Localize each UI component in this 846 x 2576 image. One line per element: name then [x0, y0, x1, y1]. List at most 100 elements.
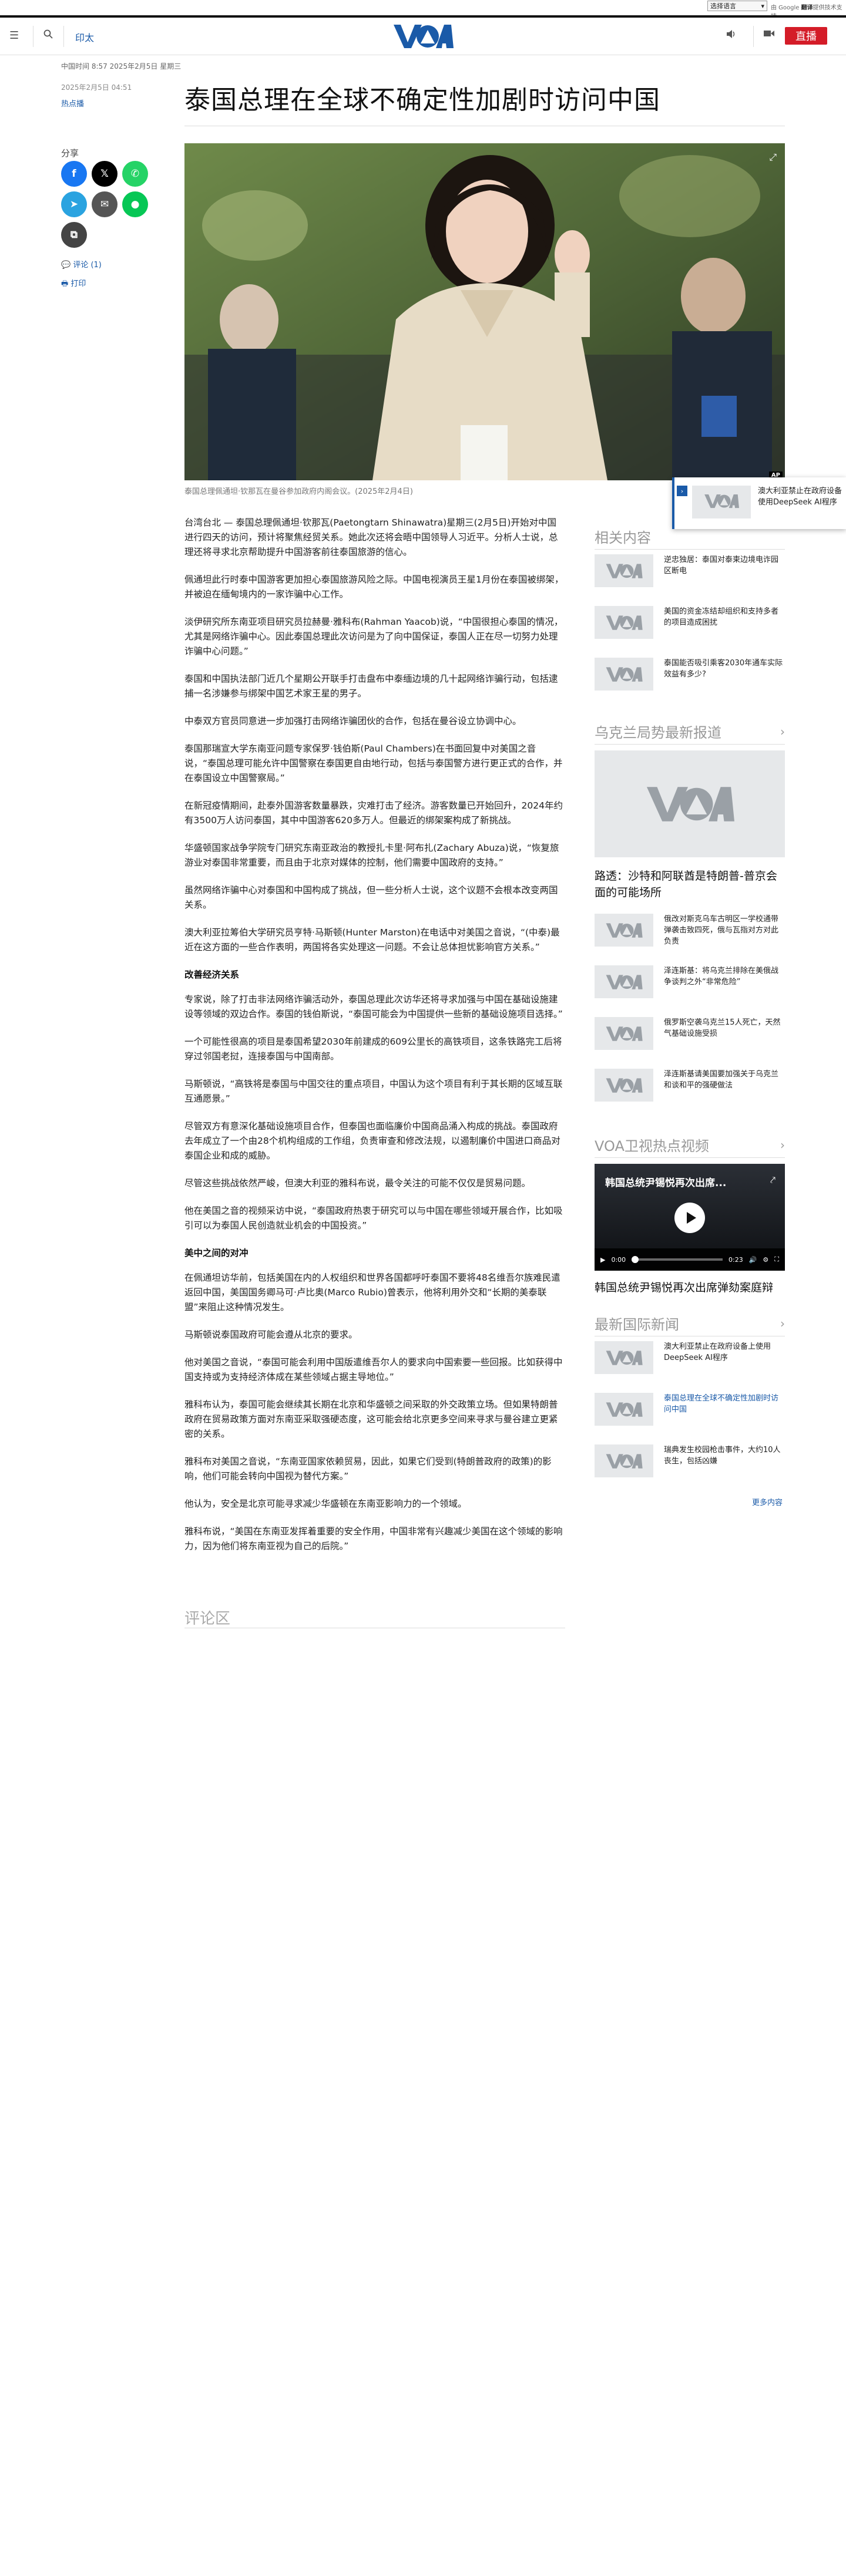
article-paragraph: 淡伊研究所东南亚项目研究员拉赫曼·雅科布(Rahman Yaacob)说，“中国…	[184, 617, 563, 656]
ukraine-item[interactable]: 俄罗斯空袭乌克兰15人死亡，天然气基础设施受损	[595, 1017, 785, 1050]
tv-title[interactable]: VOA卫视热点视频	[595, 1134, 709, 1155]
article-paragraph: 他认为，安全是北京可能寻求减少华盛顿在东南亚影响力的一个领域。	[184, 1499, 467, 1509]
article-paragraph: 马斯顿说泰国政府可能会遵从北京的要求。	[184, 1329, 358, 1340]
thumbnail[interactable]	[595, 1069, 653, 1102]
related-section-header: 相关内容	[595, 526, 785, 550]
related-item[interactable]: 美国的资金冻结却组织和支持多者的项目造成困扰	[595, 606, 785, 639]
voa-logo-icon	[606, 564, 643, 578]
share-icon[interactable]: ⤤	[770, 1174, 776, 1186]
video-title: 韩国总统尹锡悦再次出席...	[605, 1177, 727, 1189]
category-link[interactable]: 热点播	[61, 97, 84, 109]
share-label: 分享	[61, 148, 79, 159]
related-item[interactable]: 逆忠独居：泰国对泰柬边境电诈园区断电	[595, 554, 785, 587]
thumbnail[interactable]	[595, 554, 653, 587]
article-paragraph: 泰国那瑞宣大学东南亚问题专家保罗·钱伯斯(Paul Chambers)在书面回复…	[184, 743, 563, 783]
line-share-button[interactable]: ●	[122, 191, 148, 217]
thumbnail[interactable]	[595, 914, 653, 947]
thumbnail[interactable]	[595, 1341, 653, 1374]
print-link-label: 打印	[70, 280, 86, 288]
hero-photo[interactable]: ⤢ AP	[184, 143, 785, 480]
play-button[interactable]	[674, 1203, 705, 1233]
tv-section-header[interactable]: VOA卫视热点视频 ›	[595, 1134, 785, 1158]
list-item-headline[interactable]: 俄罗斯空袭乌克兰15人死亡，天然气基础设施受损	[664, 1017, 785, 1039]
intl-news-item[interactable]: 澳大利亚禁止在政府设备上使用DeepSeek AI程序	[595, 1341, 785, 1374]
voa-logo-icon	[606, 1402, 643, 1417]
language-select[interactable]: 选择语言 ▾	[707, 1, 767, 11]
intl-news-item[interactable]: 泰国总理在全球不确定性加剧时访问中国	[595, 1393, 785, 1426]
ukraine-item[interactable]: 俄改对斯克乌车古明区一学校通带弹袭击致四死，俄与瓦指对方对此负责	[595, 914, 785, 947]
facebook-share-button[interactable]: f	[61, 161, 87, 187]
list-item-headline[interactable]: 美国的资金冻结却组织和支持多者的项目造成困扰	[664, 606, 785, 628]
ukraine-feature-thumbnail[interactable]	[595, 750, 785, 857]
more-link[interactable]: 更多内容	[752, 1496, 783, 1507]
volume-icon[interactable]: 🔊	[749, 1256, 757, 1264]
print-link[interactable]: 🖶 打印	[61, 277, 86, 291]
floating-news-banner[interactable]: › 澳大利亚禁止在政府设备使用DeepSeek AI程序	[672, 477, 846, 529]
settings-icon[interactable]: ⚙	[763, 1256, 768, 1264]
ukraine-item[interactable]: 泽连斯基请美国要加强关于乌克兰和谈和平的强硬做法	[595, 1069, 785, 1102]
thumbnail[interactable]	[595, 1393, 653, 1426]
list-item-headline[interactable]: 逆忠独居：泰国对泰柬边境电诈园区断电	[664, 554, 785, 577]
facebook-icon: f	[72, 168, 76, 180]
video-time-total: 0:23	[728, 1255, 743, 1264]
audio-icon[interactable]	[726, 29, 737, 41]
voa-logo[interactable]	[392, 22, 454, 49]
article-paragraph: 台湾台北 — 泰国总理佩通坦·钦那瓦(Paetongtarn Shinawatr…	[184, 517, 558, 557]
telegram-share-button[interactable]: ➤	[61, 191, 87, 217]
ukraine-section-header[interactable]: 乌克兰局势最新报道 ›	[595, 721, 785, 745]
list-item-headline[interactable]: 泰国能否吸引乘客2030年通车实际效益有多少?	[664, 658, 785, 680]
line-icon: ●	[130, 198, 140, 210]
menu-icon[interactable]: ☰	[9, 29, 21, 42]
whatsapp-share-button[interactable]: ✆	[122, 161, 148, 187]
ukraine-item[interactable]: 泽连斯基：将乌克兰排除在美俄战争谈判之外“非常危险”	[595, 965, 785, 998]
telegram-icon: ➤	[69, 198, 79, 210]
play-icon	[687, 1212, 696, 1224]
play-icon[interactable]: ▶	[600, 1256, 605, 1264]
comments-link[interactable]: 💬 评论 (1)	[61, 258, 102, 270]
list-item-headline[interactable]: 泽连斯基请美国要加强关于乌克兰和谈和平的强硬做法	[664, 1069, 785, 1091]
thumbnail[interactable]	[595, 658, 653, 691]
region-link[interactable]: 印太	[75, 30, 94, 44]
x-share-button[interactable]: 𝕏	[92, 161, 118, 187]
envelope-icon: ✉	[100, 198, 109, 210]
article-paragraph: 马斯顿说，“高铁将是泰国与中国交往的重点项目，中国认为这个项目有利于其长期的区域…	[184, 1079, 563, 1104]
whatsapp-icon: ✆	[130, 168, 140, 180]
video-controls: ▶ 0:00 0:23 🔊 ⚙ ⛶	[595, 1248, 785, 1271]
related-item[interactable]: 泰国能否吸引乘客2030年通车实际效益有多少?	[595, 658, 785, 691]
voa-logo-icon	[606, 615, 643, 630]
search-icon[interactable]	[43, 29, 53, 41]
ukraine-feature-headline[interactable]: 路透：沙特和阿联酋是特朗普-普京会面的可能场所	[595, 868, 785, 901]
video-camera-icon[interactable]	[764, 29, 774, 40]
live-button[interactable]: 直播	[785, 27, 827, 45]
email-share-button[interactable]: ✉	[92, 191, 118, 217]
intl-news-item[interactable]: 瑞典发生校园枪击事件，大约10人丧生，包括凶嫌	[595, 1444, 785, 1477]
video-player[interactable]: 韩国总统尹锡悦再次出席... ⤤ ▶ 0:00 0:23 🔊 ⚙ ⛶	[595, 1164, 785, 1271]
list-item-headline[interactable]: 澳大利亚禁止在政府设备上使用DeepSeek AI程序	[664, 1341, 785, 1363]
thumbnail[interactable]	[595, 1017, 653, 1050]
list-item-headline[interactable]: 俄改对斯克乌车古明区一学校通带弹袭击致四死，俄与瓦指对方对此负责	[664, 914, 785, 947]
copy-link-button[interactable]: ⧉	[61, 222, 87, 248]
thumbnail[interactable]	[595, 965, 653, 998]
publish-date: 2025年2月5日 04:51	[61, 83, 132, 92]
expand-icon[interactable]: ⤢	[769, 151, 777, 163]
list-item-headline[interactable]: 泽连斯基：将乌克兰排除在美俄战争谈判之外“非常危险”	[664, 965, 785, 988]
voa-logo-icon	[606, 1454, 643, 1469]
chevron-right-icon: ›	[780, 724, 785, 739]
header-divider	[63, 26, 64, 47]
intl-title[interactable]: 最新国际新闻	[595, 1313, 679, 1334]
video-caption[interactable]: 韩国总统尹锡悦再次出席弹劾案庭辩	[595, 1279, 785, 1295]
chevron-right-icon[interactable]: ›	[677, 486, 687, 496]
page-title: 泰国总理在全球不确定性加剧时访问中国	[184, 85, 660, 115]
list-item-headline[interactable]: 瑞典发生校园枪击事件，大约10人丧生，包括凶嫌	[664, 1444, 785, 1467]
banner-headline[interactable]: 澳大利亚禁止在政府设备使用DeepSeek AI程序	[758, 486, 845, 508]
thumbnail[interactable]	[595, 1444, 653, 1477]
fullscreen-icon[interactable]: ⛶	[774, 1255, 779, 1264]
ukraine-title[interactable]: 乌克兰局势最新报道	[595, 721, 721, 742]
intl-section-header[interactable]: 最新国际新闻 ›	[595, 1313, 785, 1336]
list-item-headline[interactable]: 泰国总理在全球不确定性加剧时访问中国	[664, 1393, 785, 1415]
article-body: 台湾台北 — 泰国总理佩通坦·钦那瓦(Paetongtarn Shinawatr…	[184, 516, 565, 1567]
seek-bar[interactable]	[632, 1256, 723, 1263]
thumbnail[interactable]	[595, 606, 653, 639]
article-paragraph: 泰国和中国执法部门近几个星期公开联手打击盘布中泰缅边境的几十起网络诈骗行动，包括…	[184, 674, 558, 699]
copy-icon: ⧉	[70, 229, 78, 241]
